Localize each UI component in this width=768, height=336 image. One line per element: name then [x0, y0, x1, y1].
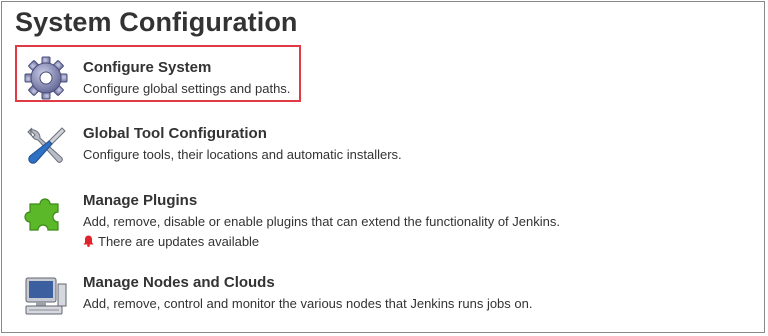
highlight-box	[15, 45, 301, 102]
update-notice-text: There are updates available	[98, 234, 260, 249]
item-description: Add, remove, control and monitor the var…	[83, 296, 533, 311]
tools-icon	[22, 122, 70, 170]
page-title: System Configuration	[15, 7, 298, 37]
update-notice[interactable]: There are updates available	[83, 234, 259, 249]
computer-icon	[22, 272, 70, 320]
manage-item-manage-plugins[interactable]: Manage Plugins Add, remove, disable or e…	[16, 192, 756, 256]
item-title[interactable]: Manage Nodes and Clouds	[83, 274, 275, 291]
item-title[interactable]: Global Tool Configuration	[83, 125, 267, 142]
item-title[interactable]: Manage Plugins	[83, 192, 197, 209]
puzzle-icon	[22, 190, 70, 238]
item-description: Configure tools, their locations and aut…	[83, 147, 402, 162]
bell-icon	[83, 235, 94, 247]
item-description: Add, remove, disable or enable plugins t…	[83, 214, 560, 229]
manage-item-manage-nodes-and-clouds[interactable]: Manage Nodes and Clouds Add, remove, con…	[16, 274, 756, 318]
manage-item-global-tool-configuration[interactable]: Global Tool Configuration Configure tool…	[16, 125, 756, 169]
